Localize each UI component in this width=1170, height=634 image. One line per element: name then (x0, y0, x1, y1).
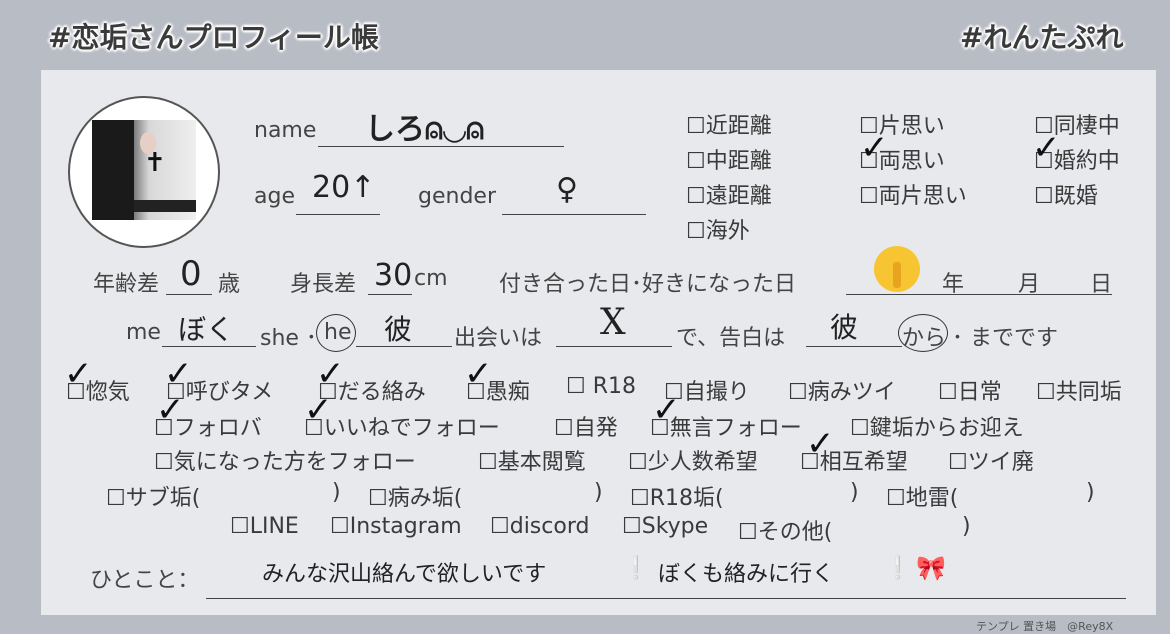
avatar-photo: ✝ (92, 120, 196, 220)
comment-text-a: みんな沢山絡んで欲しいです (262, 562, 547, 587)
distance-far[interactable]: ☐遠距離 (686, 178, 772, 210)
age-underline (296, 214, 380, 215)
check-mark: ✓ (316, 354, 345, 394)
distance-overseas[interactable]: ☐海外 (686, 213, 750, 245)
date-underline (846, 294, 1112, 295)
opt-r18-aka-close: ) (850, 480, 859, 505)
opt-instagram[interactable]: ☐Instagram (330, 514, 462, 539)
comment-text-b: ぼくも絡みに行く (658, 562, 835, 587)
check-mark: ✓ (64, 354, 93, 394)
check-mark: ✓ (164, 354, 193, 394)
opt-skype[interactable]: ☐Skype (622, 514, 708, 539)
height-gap-value: 30 (374, 258, 413, 293)
opt-jihatsu[interactable]: ☐自発 (554, 410, 618, 442)
opt-shoninzu[interactable]: ☐少人数希望 (628, 444, 758, 476)
choker-shape (134, 200, 196, 212)
name-value: しろ⍝◡⍝ (365, 112, 485, 147)
me-value: ぼく (178, 313, 235, 346)
date-label: 付き合った日･好きになった日 (499, 272, 797, 297)
met-underline (556, 346, 672, 347)
hair-shape (92, 120, 134, 220)
comment-label: ひとこと： (90, 568, 200, 593)
cross-earring-icon: ✝ (144, 148, 166, 178)
age-gap-label: 年齢差 (93, 272, 160, 297)
he-circle (316, 314, 356, 352)
opt-yamitsui[interactable]: ☐病みツイ (788, 374, 896, 406)
name-label: name (254, 118, 317, 143)
confess-underline (806, 346, 902, 347)
comment-underline (206, 598, 1126, 599)
confess-label: で、告白は (676, 326, 786, 351)
opt-iine-follow[interactable]: ☐いいねでフォロー (304, 410, 500, 442)
opt-r18-aka[interactable]: ☐R18垢( (630, 480, 724, 512)
opt-kihon-etsuran[interactable]: ☐基本閲覧 (478, 444, 586, 476)
confess-value: 彼 (830, 311, 859, 344)
height-gap-label: 身長差 (290, 272, 357, 297)
opt-yami-aka-close: ) (594, 480, 603, 505)
opt-other[interactable]: ☐その他( (738, 514, 832, 546)
header-right-tag: #れんたぷれ (960, 21, 1124, 54)
template-credit: テンプレ 置き場 @Rey8X (976, 620, 1114, 633)
opt-sub-aka[interactable]: ☐サブ垢( (106, 480, 200, 512)
age-label: age (254, 184, 295, 209)
opt-sub-aka-close: ) (332, 480, 341, 505)
check-mark: ✓ (156, 390, 185, 430)
height-gap-underline (368, 294, 412, 295)
partner-underline (356, 346, 452, 347)
opt-kininatta-follow[interactable]: ☐気になった方をフォロー (154, 444, 416, 476)
me-label: me (126, 320, 161, 345)
distance-mid[interactable]: ☐中距離 (686, 143, 772, 175)
check-mark: ✓ (1032, 128, 1061, 168)
met-label: 出会いは (454, 326, 543, 351)
header-left-tag: #恋垢さんプロフィール帳 (48, 21, 379, 54)
check-mark: ✓ (652, 390, 681, 430)
age-gap-unit: 歳 (218, 272, 241, 297)
name-underline (318, 146, 564, 147)
age-gap-underline (166, 294, 212, 295)
love-both-unrequited[interactable]: ☐両片思い (859, 178, 967, 210)
age-value: 20↑ (312, 170, 376, 205)
exclamation-emoji: ❕ (622, 556, 650, 581)
opt-kagiaka[interactable]: ☐鍵垢からお迎え (850, 410, 1024, 442)
gender-label: gender (418, 184, 496, 209)
gender-underline (502, 214, 646, 215)
rel-married[interactable]: ☐既婚 (1034, 178, 1098, 210)
shushing-face-finger-shape (893, 262, 901, 288)
made-label: ･ までです (952, 326, 1058, 351)
she-label: she ･ (260, 326, 317, 351)
opt-nichijo[interactable]: ☐日常 (938, 374, 1002, 406)
me-underline (162, 346, 256, 347)
partner-value: 彼 (384, 313, 413, 346)
opt-line[interactable]: ☐LINE (230, 514, 299, 539)
height-gap-unit: cm (414, 266, 448, 291)
distance-near[interactable]: ☐近距離 (686, 108, 772, 140)
opt-jirai[interactable]: ☐地雷( (886, 480, 958, 512)
check-mark: ✓ (806, 424, 835, 464)
opt-discord[interactable]: ☐discord (490, 514, 589, 539)
opt-kyodoaka[interactable]: ☐共同垢 (1036, 374, 1122, 406)
gender-value: ♀ (556, 172, 578, 207)
opt-r18[interactable]: ☐ R18 (566, 374, 636, 399)
avatar: ✝ (68, 96, 220, 248)
check-mark: ✓ (860, 128, 889, 168)
age-gap-value: 0 (180, 254, 202, 294)
ribbon-emoji: 🎀 (916, 554, 946, 582)
opt-yami-aka[interactable]: ☐病み垢( (368, 480, 462, 512)
check-mark: ✓ (464, 354, 493, 394)
exclamation-emoji: ❕ (884, 556, 912, 581)
check-mark: ✓ (304, 390, 333, 430)
met-value: X (600, 302, 626, 343)
opt-other-close: ) (962, 514, 971, 539)
kara-circle (898, 314, 948, 352)
opt-jirai-close: ) (1086, 480, 1095, 505)
opt-tsuihai[interactable]: ☐ツイ廃 (948, 444, 1034, 476)
